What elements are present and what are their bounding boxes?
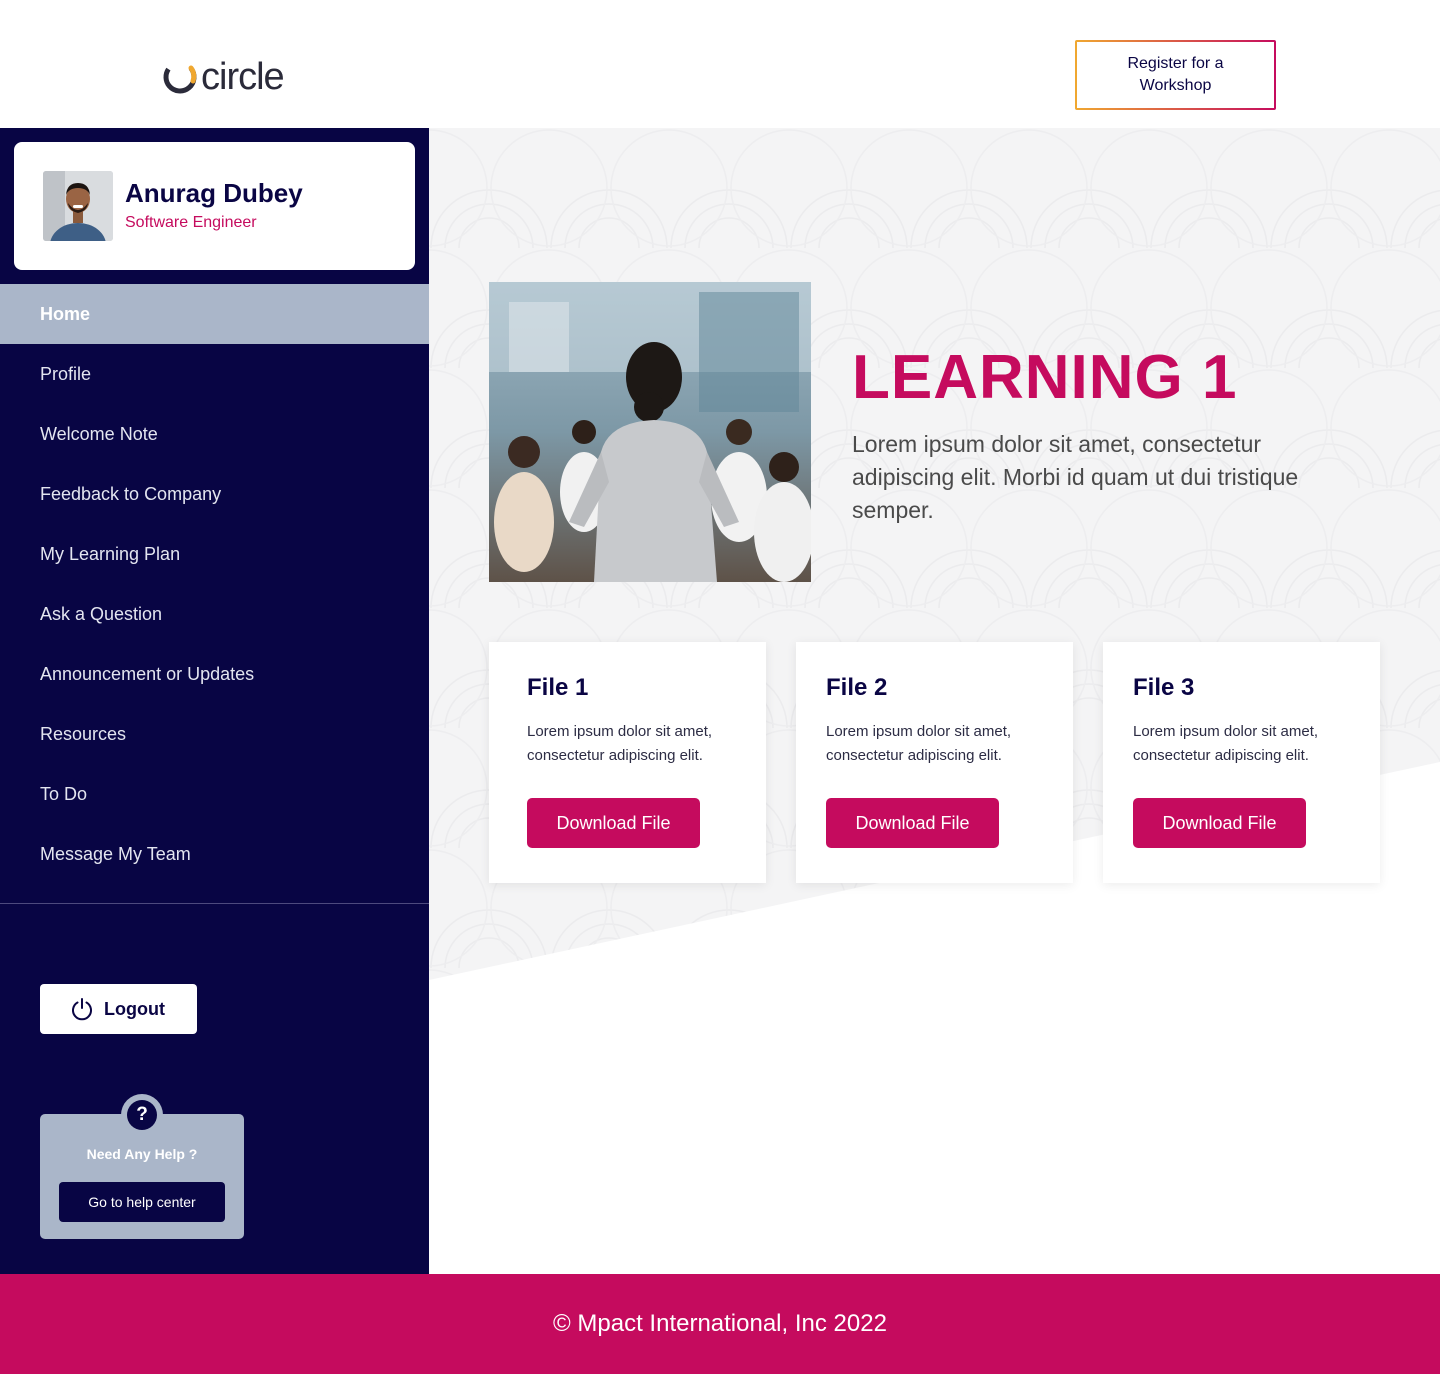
sidebar-item-learning-plan[interactable]: My Learning Plan bbox=[0, 524, 429, 584]
question-icon: ? bbox=[121, 1094, 163, 1136]
sidebar-item-profile[interactable]: Profile bbox=[0, 344, 429, 404]
help-title: Need Any Help ? bbox=[86, 1146, 198, 1162]
download-file-button[interactable]: Download File bbox=[1133, 798, 1306, 848]
hero-image bbox=[489, 282, 811, 582]
sidebar-item-home[interactable]: Home bbox=[0, 284, 429, 344]
file-description: Lorem ipsum dolor sit amet, consectetur … bbox=[1133, 723, 1319, 764]
help-box: ? Need Any Help ? Go to help center bbox=[40, 1094, 244, 1239]
sidebar-item-welcome-note[interactable]: Welcome Note bbox=[0, 404, 429, 464]
logo-text: circle bbox=[201, 56, 285, 98]
sidebar-item-announcements[interactable]: Announcement or Updates bbox=[0, 644, 429, 704]
logout-button[interactable]: Logout bbox=[40, 984, 197, 1034]
footer: © Mpact International, Inc 2022 bbox=[0, 1274, 1440, 1374]
profile-role: Software Engineer bbox=[125, 214, 257, 231]
top-header: circle Register for a Workshop bbox=[0, 0, 1440, 128]
circle-logo-icon bbox=[163, 60, 197, 94]
sidebar-divider bbox=[0, 903, 429, 904]
file-title: File 3 bbox=[1133, 674, 1195, 701]
profile-card[interactable]: Anurag Dubey Software Engineer bbox=[14, 142, 415, 270]
footer-copyright: © Mpact International, Inc 2022 bbox=[553, 1310, 887, 1337]
page-title: LEARNING 1 bbox=[852, 343, 1238, 412]
file-description: Lorem ipsum dolor sit amet, consectetur … bbox=[826, 723, 1012, 764]
sidebar-nav: Home Profile Welcome Note Feedback to Co… bbox=[0, 284, 429, 884]
power-icon bbox=[72, 998, 92, 1021]
page-description: Lorem ipsum dolor sit amet, consectetur … bbox=[852, 431, 1299, 523]
download-file-button[interactable]: Download File bbox=[527, 798, 700, 848]
file-card: File 1 Lorem ipsum dolor sit amet, conse… bbox=[489, 642, 766, 883]
download-file-button[interactable]: Download File bbox=[826, 798, 999, 848]
profile-name: Anurag Dubey bbox=[125, 178, 303, 208]
sidebar-item-ask-question[interactable]: Ask a Question bbox=[0, 584, 429, 644]
sidebar-item-feedback[interactable]: Feedback to Company bbox=[0, 464, 429, 524]
sidebar: Anurag Dubey Software Engineer Home Prof… bbox=[0, 128, 429, 1274]
file-card: File 3 Lorem ipsum dolor sit amet, conse… bbox=[1103, 642, 1380, 883]
main-content: LEARNING 1 Lorem ipsum dolor sit amet, c… bbox=[429, 128, 1440, 1274]
avatar bbox=[43, 171, 113, 241]
register-workshop-button[interactable]: Register for a Workshop bbox=[1075, 40, 1276, 110]
sidebar-item-todo[interactable]: To Do bbox=[0, 764, 429, 824]
sidebar-item-message-team[interactable]: Message My Team bbox=[0, 824, 429, 884]
file-card: File 2 Lorem ipsum dolor sit amet, conse… bbox=[796, 642, 1073, 883]
help-center-button[interactable]: Go to help center bbox=[59, 1182, 225, 1222]
file-title: File 2 bbox=[826, 674, 888, 701]
file-title: File 1 bbox=[527, 674, 589, 701]
logout-label: Logout bbox=[104, 998, 165, 1019]
circle-logo[interactable]: circle bbox=[162, 56, 285, 98]
file-description: Lorem ipsum dolor sit amet, consectetur … bbox=[527, 723, 713, 764]
sidebar-item-resources[interactable]: Resources bbox=[0, 704, 429, 764]
